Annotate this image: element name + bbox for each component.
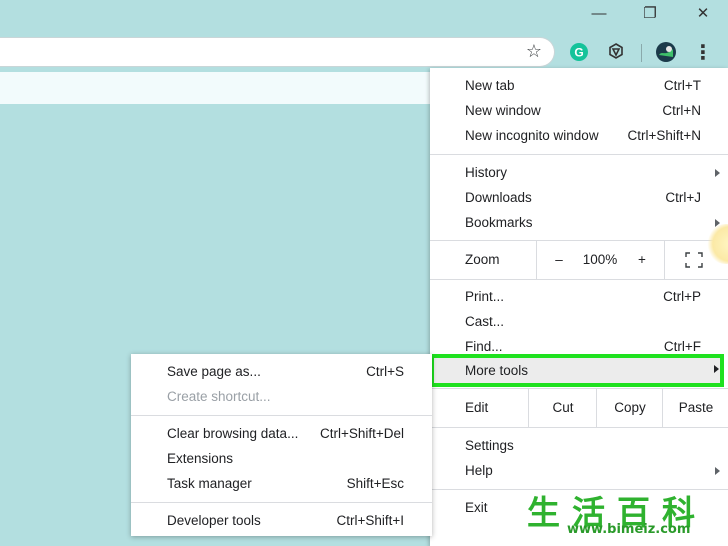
menu-item-new-window[interactable]: New window Ctrl+N: [430, 98, 728, 123]
restore-icon: ❐: [643, 5, 657, 22]
submenu-arrow-icon: [714, 365, 719, 373]
menu-item-label: Save page as...: [167, 364, 261, 379]
menu-item-shortcut: Ctrl+Shift+N: [627, 128, 701, 143]
menu-item-settings[interactable]: Settings: [430, 433, 728, 458]
openai-extension-icon[interactable]: [605, 41, 627, 63]
copy-button[interactable]: Copy: [596, 389, 663, 427]
more-tools-submenu: Save page as... Ctrl+S Create shortcut..…: [131, 354, 432, 536]
minimize-icon: —: [591, 4, 607, 22]
submenu-arrow-icon: [715, 169, 720, 177]
menu-item-label: Bookmarks: [465, 215, 533, 230]
chrome-main-menu: New tab Ctrl+T New window Ctrl+N New inc…: [430, 68, 728, 546]
minimize-button[interactable]: —: [579, 2, 619, 24]
zoom-in-button[interactable]: +: [620, 241, 664, 279]
menu-item-label: Task manager: [167, 476, 252, 491]
menu-item-create-shortcut: Create shortcut...: [131, 384, 432, 409]
menu-item-shortcut: Ctrl+S: [366, 364, 404, 379]
menu-item-label: Cast...: [465, 314, 505, 329]
menu-separator: [430, 279, 728, 280]
zoom-label: Zoom: [465, 252, 500, 267]
minus-icon: –: [555, 252, 563, 267]
menu-item-label: More tools: [465, 363, 529, 378]
menu-item-shortcut: Ctrl+Shift+Del: [319, 426, 404, 441]
menu-item-cast[interactable]: Cast...: [430, 309, 728, 334]
grammarly-extension-icon[interactable]: G: [568, 41, 590, 63]
bookmark-star-icon[interactable]: ☆: [526, 41, 542, 62]
menu-item-label: New incognito window: [465, 128, 599, 143]
menu-item-shortcut: Ctrl+J: [665, 190, 701, 205]
menu-item-print[interactable]: Print... Ctrl+P: [430, 284, 728, 309]
menu-item-label: Help: [465, 463, 493, 478]
plus-icon: +: [638, 252, 646, 267]
bookmarks-bar: [0, 72, 430, 104]
menu-item-extensions[interactable]: Extensions: [131, 446, 432, 471]
menu-item-developer-tools[interactable]: Developer tools Ctrl+Shift+I: [131, 508, 432, 533]
restore-button[interactable]: ❐: [630, 2, 670, 24]
close-window-button[interactable]: ✕: [683, 2, 723, 24]
menu-item-bookmarks[interactable]: Bookmarks: [430, 210, 728, 235]
menu-item-new-incognito-window[interactable]: New incognito window Ctrl+Shift+N: [430, 123, 728, 148]
cut-button[interactable]: Cut: [528, 389, 597, 427]
grammarly-letter: G: [574, 46, 583, 60]
menu-separator: [131, 502, 432, 503]
menu-item-label: New tab: [465, 78, 515, 93]
menu-item-more-tools[interactable]: More tools: [430, 354, 724, 387]
close-icon: ✕: [696, 5, 710, 22]
menu-item-label: History: [465, 165, 508, 180]
fullscreen-icon: [685, 252, 703, 268]
menu-item-label: Print...: [465, 289, 505, 304]
submenu-arrow-icon: [715, 467, 720, 475]
profile-avatar[interactable]: [655, 41, 677, 63]
menu-item-help[interactable]: Help: [430, 458, 728, 483]
menu-item-history[interactable]: History: [430, 160, 728, 185]
paste-button[interactable]: Paste: [662, 389, 728, 427]
menu-separator: [430, 154, 728, 155]
watermark-url: www.bimeiz.com: [567, 522, 691, 537]
toolbar-divider: [641, 44, 642, 62]
menu-item-label: Developer tools: [167, 513, 261, 528]
menu-item-label: Create shortcut...: [167, 389, 271, 404]
menu-item-new-tab[interactable]: New tab Ctrl+T: [430, 73, 728, 98]
three-dots-icon: ⋮: [693, 41, 713, 64]
menu-item-label: Exit: [465, 500, 488, 515]
menu-item-shortcut: Ctrl+Shift+I: [336, 513, 404, 528]
menu-item-label: New window: [465, 103, 541, 118]
menu-item-clear-browsing-data[interactable]: Clear browsing data... Ctrl+Shift+Del: [131, 421, 432, 446]
menu-separator: [131, 415, 432, 416]
menu-item-shortcut: Ctrl+T: [663, 78, 701, 93]
zoom-row: Zoom – 100% +: [430, 241, 728, 279]
menu-item-shortcut: Ctrl+N: [662, 103, 701, 118]
watermark: 生活百科 www.bimeiz.com: [527, 486, 725, 542]
menu-item-task-manager[interactable]: Task manager Shift+Esc: [131, 471, 432, 496]
menu-item-downloads[interactable]: Downloads Ctrl+J: [430, 185, 728, 210]
menu-separator: [430, 427, 728, 428]
title-bar: — ❐ ✕: [0, 0, 728, 30]
browser-toolbar: ☆ G ⋮: [0, 30, 728, 72]
menu-item-shortcut: Shift+Esc: [346, 476, 404, 491]
menu-item-label: Downloads: [465, 190, 532, 205]
chrome-menu-button[interactable]: ⋮: [692, 41, 714, 64]
zoom-out-button[interactable]: –: [536, 241, 581, 279]
menu-item-shortcut: Ctrl+P: [663, 289, 701, 304]
menu-item-label: Settings: [465, 438, 514, 453]
menu-item-label: Clear browsing data...: [167, 426, 299, 441]
zoom-level: 100%: [582, 252, 618, 267]
edit-label: Edit: [465, 400, 489, 415]
edit-row: Edit Cut Copy Paste: [430, 389, 728, 427]
menu-item-save-page[interactable]: Save page as... Ctrl+S: [131, 359, 432, 384]
address-bar[interactable]: ☆: [0, 37, 555, 67]
menu-item-label: Extensions: [167, 451, 234, 466]
